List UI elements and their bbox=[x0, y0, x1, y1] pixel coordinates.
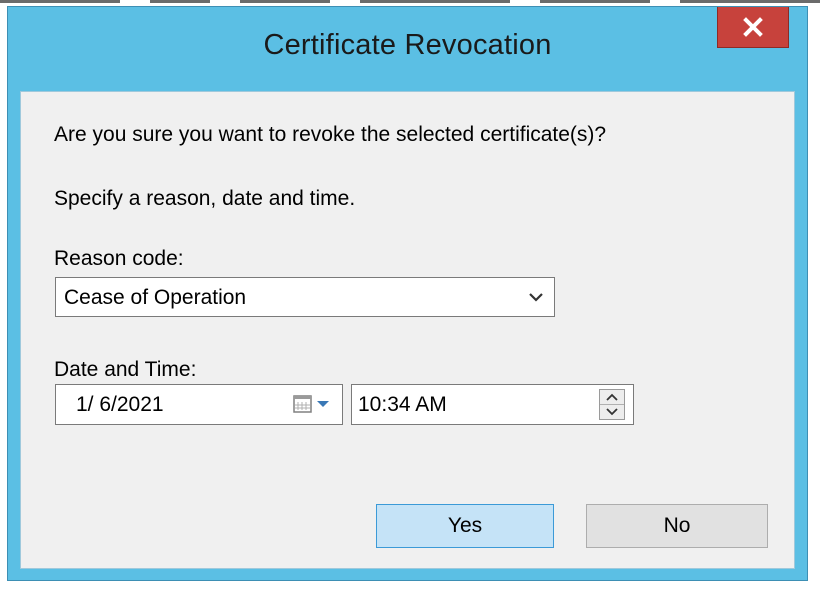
reason-code-dropdown[interactable]: Cease of Operation bbox=[55, 277, 555, 317]
date-picker[interactable]: 1/ 6/2021 bbox=[55, 384, 343, 425]
dialog-client-area: Are you sure you want to revoke the sele… bbox=[20, 91, 795, 569]
time-value: 10:34 AM bbox=[358, 393, 447, 416]
window-title: Certificate Revocation bbox=[263, 29, 552, 61]
time-picker[interactable]: 10:34 AM bbox=[351, 384, 634, 425]
date-time-label: Date and Time: bbox=[54, 358, 197, 381]
title-bar[interactable]: Certificate Revocation bbox=[8, 7, 807, 87]
close-icon bbox=[743, 17, 763, 37]
reason-code-label: Reason code: bbox=[54, 247, 184, 270]
calendar-dropdown-button[interactable] bbox=[293, 394, 330, 414]
spin-down-button[interactable] bbox=[600, 405, 624, 419]
screen: Certificate Revocation Are you sure you … bbox=[0, 0, 820, 591]
calendar-icon bbox=[293, 395, 312, 413]
instruction-text: Specify a reason, date and time. bbox=[54, 187, 356, 210]
close-button[interactable] bbox=[717, 7, 789, 48]
spin-up-button[interactable] bbox=[600, 390, 624, 405]
confirmation-question: Are you sure you want to revoke the sele… bbox=[54, 123, 607, 146]
certificate-revocation-dialog: Certificate Revocation Are you sure you … bbox=[7, 6, 808, 581]
reason-code-value: Cease of Operation bbox=[64, 286, 247, 309]
spin-up-icon bbox=[606, 393, 618, 401]
spin-down-icon bbox=[606, 408, 618, 416]
date-value: 1/ 6/2021 bbox=[76, 393, 164, 416]
dropdown-arrow-icon bbox=[317, 401, 329, 407]
time-spinner[interactable] bbox=[599, 389, 625, 420]
no-button[interactable]: No bbox=[586, 504, 768, 548]
chevron-down-icon bbox=[529, 293, 543, 302]
yes-button[interactable]: Yes bbox=[376, 504, 554, 548]
